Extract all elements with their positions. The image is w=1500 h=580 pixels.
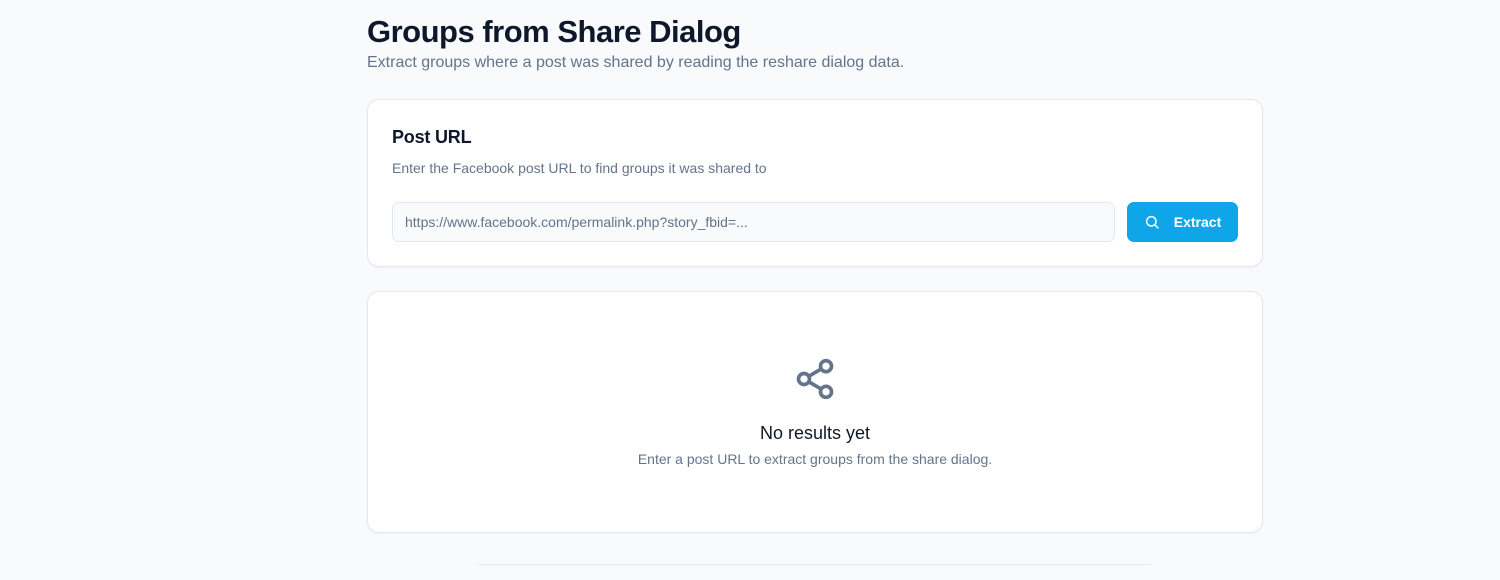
post-url-card-title: Post URL bbox=[392, 127, 472, 147]
page-title: Groups from Share Dialog bbox=[367, 14, 741, 49]
extract-button-label: Extract bbox=[1173, 214, 1222, 230]
share-icon bbox=[793, 357, 837, 401]
post-url-card-description: Enter the Facebook post URL to find grou… bbox=[392, 160, 767, 176]
search-icon bbox=[1144, 214, 1160, 230]
empty-state-description: Enter a post URL to extract groups from … bbox=[637, 451, 993, 467]
results-card: No results yet Enter a post URL to extra… bbox=[367, 291, 1263, 533]
extract-button[interactable]: Extract bbox=[1127, 202, 1238, 242]
empty-state-title: No results yet bbox=[759, 423, 871, 443]
footer-divider bbox=[479, 564, 1151, 565]
post-url-card: Post URL Enter the Facebook post URL to … bbox=[367, 99, 1263, 267]
page-subtitle: Extract groups where a post was shared b… bbox=[367, 54, 905, 71]
post-url-input[interactable] bbox=[392, 202, 1115, 242]
